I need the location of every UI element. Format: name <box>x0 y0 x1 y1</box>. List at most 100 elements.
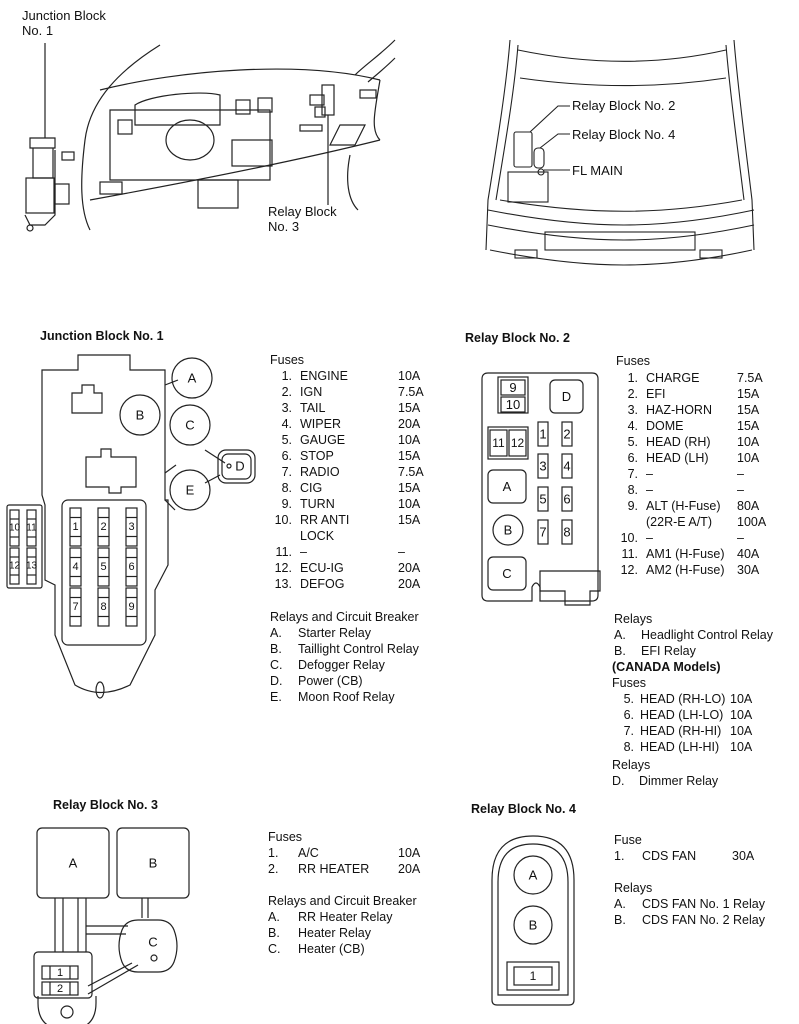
fuse-number: 2. <box>281 385 292 399</box>
fuse-label: 8 <box>563 525 570 540</box>
relay-slot: D <box>217 449 256 484</box>
relay-slot: C <box>169 404 211 446</box>
fuse-row: 11. AM1 (H-Fuse) 40A <box>604 546 799 562</box>
fuse-name: ECU-IG <box>300 561 344 575</box>
canada-fuse-table: 5. HEAD (RH-LO) 10A 6. HEAD (LH-LO) 10A 7. HEAD… <box>600 691 799 755</box>
relay-block-4-title: Relay Block No. 4 <box>471 802 576 816</box>
fuse-number: 6. <box>623 708 634 722</box>
fuse-amperage: – <box>737 483 744 497</box>
fuse-row: 12. AM2 (H-Fuse) 30A <box>604 562 799 578</box>
fuse-row: 8. HEAD (LH-HI) 10A <box>600 739 799 755</box>
relay-slot: B <box>119 394 161 436</box>
fuse-name: RADIO <box>300 465 340 479</box>
jb1-fuses-heading: Fuses <box>270 353 305 367</box>
relay-label: B <box>504 523 513 538</box>
fuse-amperage: 10A <box>730 740 753 754</box>
fuse-name: – <box>300 545 307 559</box>
fuse-amperage: 10A <box>730 692 753 706</box>
relay-block-4-diagram: A B 1 <box>491 835 575 1006</box>
fuse-number: 12. <box>620 563 638 577</box>
fuse-label: 5 <box>100 561 106 573</box>
fuse-number: 1. <box>281 369 292 383</box>
fuse-label: 1 <box>57 967 63 979</box>
fuse-name: – <box>646 531 653 545</box>
fuse-row: 2. EFI 15A <box>604 386 799 402</box>
connector-icon <box>85 448 137 494</box>
fuse-name: – <box>646 483 653 497</box>
fuse-number: 3. <box>281 401 292 415</box>
fuse-name: ALT (H-Fuse) <box>646 499 721 513</box>
fuse-amperage: – <box>398 545 405 559</box>
fuse-slot: 9 <box>500 379 526 396</box>
leader-line <box>539 133 570 149</box>
fuse-number: 7. <box>281 465 292 479</box>
fuse-amperage: 10A <box>737 435 760 449</box>
fuse-row: (22R-E A/T) 100A <box>604 514 799 530</box>
fuse-name: AM2 (H-Fuse) <box>646 563 725 577</box>
fuse-label: 6 <box>128 561 134 573</box>
rb3-fuses-heading: Fuses <box>268 830 303 844</box>
fuse-row: 5. HEAD (RH) 10A <box>604 434 799 450</box>
relay-letter: D. <box>612 774 625 788</box>
fuse-row: 1. ENGINE 10A <box>258 368 458 384</box>
mount-hole <box>95 681 105 699</box>
fuse-label: 1 <box>530 969 537 983</box>
fuse-number: 4. <box>281 417 292 431</box>
fuse-slot: 7 <box>537 519 549 545</box>
fuse-amperage: 15A <box>398 401 421 415</box>
connector-icon <box>539 570 601 606</box>
relay-slot: B <box>116 827 190 899</box>
fuse-slot: 11 <box>489 429 508 457</box>
fuse-amperage: 15A <box>737 403 760 417</box>
fuse-label: 12 <box>9 561 21 572</box>
relay-label: C <box>185 418 194 433</box>
relay-letter: B. <box>614 913 626 927</box>
fuse-row: LOCK <box>258 528 458 544</box>
fuse-row: 4. DOME 15A <box>604 418 799 434</box>
relay-letter: C. <box>268 942 281 956</box>
fuse-number: 12. <box>274 561 292 575</box>
rb2-fuse-table: 1. CHARGE 7.5A 2. EFI 15A 3. HAZ-HORN 15A 4. DOME 1… <box>604 370 799 578</box>
fuse-slot: 6 <box>561 486 573 512</box>
fuse-slot: 8 <box>97 587 110 627</box>
fuse-number: 11. <box>275 545 292 559</box>
relay-label: C <box>502 566 511 581</box>
breaker-label: C <box>148 935 157 950</box>
relay-block-3-title: Relay Block No. 3 <box>53 798 158 812</box>
fuse-slot: 2 <box>41 981 79 996</box>
fuse-slot: 10 <box>9 509 21 547</box>
fuse-label: 2 <box>57 983 63 995</box>
fuse-row: 10. RR ANTI 15A <box>258 512 458 528</box>
fuse-name: DEFOG <box>300 577 345 591</box>
fuse-row: 5. GAUGE 10A <box>258 432 458 448</box>
fuse-slot: 5 <box>97 547 110 587</box>
engine-bay-illustration <box>485 39 755 266</box>
fuse-number: 4. <box>627 419 638 433</box>
relay-label: A <box>188 371 197 386</box>
relay-name: Power (CB) <box>298 674 363 688</box>
fuse-label: 10 <box>9 523 21 534</box>
fuse-label: 6 <box>563 492 570 507</box>
canada-relays-heading: Relays <box>612 758 651 772</box>
fuse-row: 11. – – <box>258 544 458 560</box>
fuse-amperage: 7.5A <box>398 465 424 479</box>
fuse-number: 9. <box>281 497 292 511</box>
fuse-row: 7. HEAD (RH-HI) 10A <box>600 723 799 739</box>
fuse-name: TURN <box>300 497 335 511</box>
fuse-number: 1. <box>627 371 638 385</box>
fuse-slot: 2 <box>561 421 573 447</box>
fuse-label: 13 <box>26 561 38 572</box>
fuse-label: 2 <box>100 521 106 533</box>
fuse-row: 9. ALT (H-Fuse) 80A <box>604 498 799 514</box>
relay-letter: A. <box>614 628 626 642</box>
fuse-amperage: 7.5A <box>398 385 424 399</box>
fuse-slot: 10 <box>500 396 526 413</box>
fuse-amperage: – <box>737 467 744 481</box>
connector-icon <box>71 384 103 414</box>
fuse-amperage: 100A <box>737 515 767 529</box>
relay-letter: A. <box>270 626 282 640</box>
rb2-relays-heading: Relays <box>614 612 653 626</box>
fuse-name: CIG <box>300 481 323 495</box>
fuse-number: 11. <box>621 547 638 561</box>
fuse-name: AM1 (H-Fuse) <box>646 547 725 561</box>
